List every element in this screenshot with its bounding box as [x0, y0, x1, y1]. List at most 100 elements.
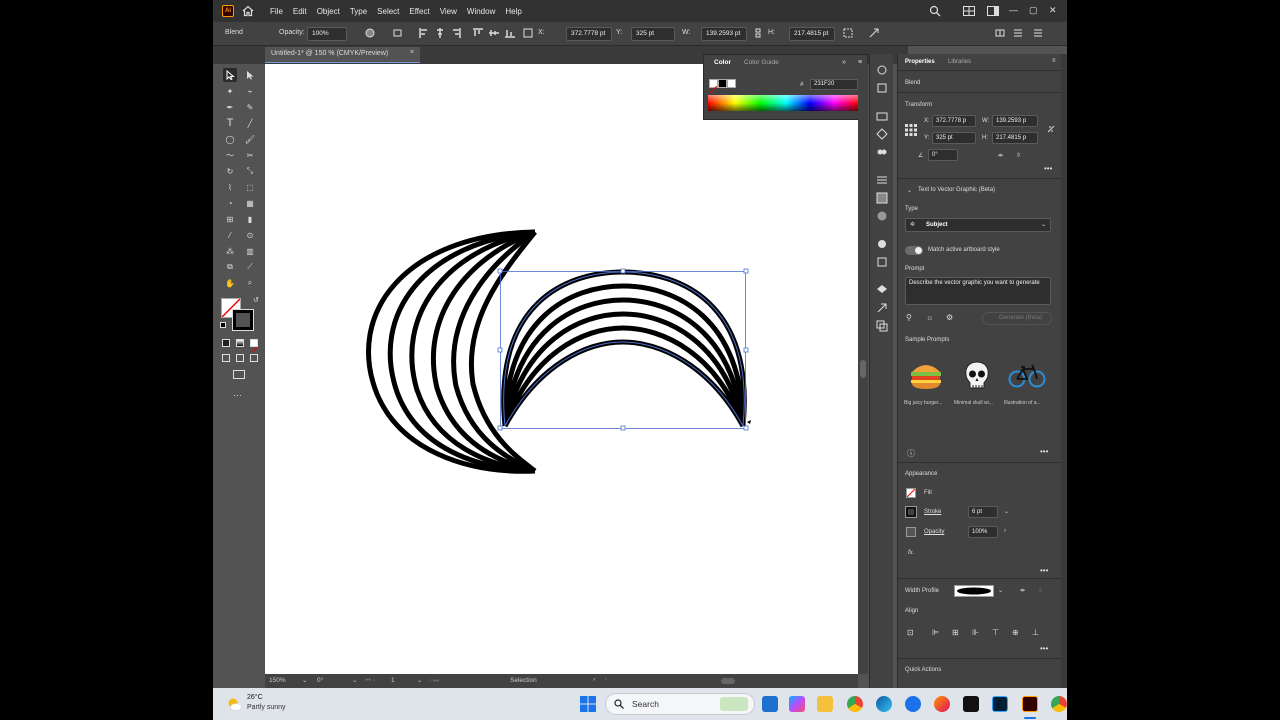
menu-view[interactable]: View	[440, 7, 457, 16]
blend-tool-icon[interactable]: ⊙	[243, 228, 257, 242]
style-picker-icon[interactable]: ⚲	[906, 313, 912, 322]
prompt-input[interactable]: Describe the vector graphic you want to …	[905, 277, 1051, 305]
mesh-tool-icon[interactable]: ⊞	[223, 212, 237, 226]
none-mode-icon[interactable]	[250, 339, 258, 354]
slice-tool-icon[interactable]: ⟋	[243, 260, 257, 274]
free-transform-tool-icon[interactable]: ⬚	[243, 180, 257, 194]
panel-menu-icon[interactable]	[1013, 28, 1023, 38]
horizontal-align-left-icon[interactable]: ⊫	[932, 628, 939, 637]
firefox-icon[interactable]	[934, 696, 950, 712]
rotate-tool-icon[interactable]: ↻	[223, 164, 237, 178]
menu-edit[interactable]: Edit	[293, 7, 307, 16]
weather-desc[interactable]: Partly sunny	[247, 704, 286, 711]
horizontal-align-center-icon[interactable]: ⊞	[952, 628, 959, 637]
menu-effect[interactable]: Effect	[409, 7, 429, 16]
selection-tool-icon[interactable]	[223, 68, 237, 82]
appearance-more-icon[interactable]: •••	[1040, 566, 1048, 575]
zoom-level[interactable]: 150%	[269, 677, 286, 684]
align-middle-icon[interactable]	[489, 28, 499, 38]
flip-along-icon[interactable]: ⇹	[1020, 587, 1025, 594]
warp-tool-icon[interactable]: ⌇	[223, 180, 237, 194]
arc-blend-selected[interactable]	[501, 269, 747, 428]
color-mode-icon[interactable]	[222, 339, 230, 347]
y-field[interactable]: 325 pt	[631, 27, 675, 41]
info-icon[interactable]: ⓘ	[907, 448, 915, 459]
vertical-align-center-icon[interactable]: ⊕	[1012, 628, 1019, 637]
stroke-swatch-icon[interactable]	[905, 506, 917, 518]
opacity-label[interactable]: Opacity	[924, 529, 944, 535]
document-tab[interactable]: Untitled-1* @ 150 % (CMYK/Preview) ×	[265, 47, 420, 63]
menu-file[interactable]: File	[270, 7, 283, 16]
minimize-icon[interactable]: —	[1009, 5, 1018, 15]
scissors-tool-icon[interactable]: ✂	[243, 148, 257, 162]
chevron-down-icon[interactable]: ⌄	[998, 587, 1003, 594]
tab-properties[interactable]: Properties	[905, 59, 935, 65]
artboard-tool-icon[interactable]: ⧉	[223, 260, 237, 274]
perspective-grid-tool-icon[interactable]: ▦	[243, 196, 257, 210]
close-window-icon[interactable]: ✕	[1049, 5, 1057, 16]
chevron-down-icon[interactable]: ⌄	[907, 187, 912, 194]
ellipse-tool-icon[interactable]: ◯	[223, 132, 237, 146]
bicycle-sample-image[interactable]	[1004, 352, 1050, 398]
export-panel-icon[interactable]	[876, 302, 888, 314]
tab-color-guide[interactable]: Color Guide	[744, 59, 779, 66]
opacity-field[interactable]: 100%	[968, 526, 998, 538]
capcut-icon[interactable]	[963, 696, 979, 712]
rotate-field[interactable]: 0°	[928, 149, 958, 161]
weather-temp[interactable]: 26°C	[247, 694, 263, 701]
vertical-scrollbar[interactable]	[858, 64, 868, 674]
align-top-icon[interactable]	[473, 28, 483, 38]
align-left-icon[interactable]	[419, 28, 429, 38]
maximize-icon[interactable]: ▢	[1029, 5, 1038, 16]
draw-normal-icon[interactable]	[222, 354, 230, 362]
properties-scrollbar[interactable]	[1061, 54, 1067, 688]
h-field[interactable]: 217.4815 pt	[789, 27, 835, 41]
menu-type[interactable]: Type	[350, 7, 367, 16]
chevron-down-icon[interactable]: ⌄	[352, 676, 357, 684]
vertical-scrollbar-thumb[interactable]	[860, 360, 866, 378]
w-field[interactable]: 139.2593 pt	[701, 27, 747, 41]
chrome-profile-icon[interactable]	[1051, 696, 1067, 712]
draw-inside-icon[interactable]	[250, 354, 258, 362]
properties-panel-icon[interactable]	[876, 64, 888, 76]
fill-none-swatch[interactable]	[709, 79, 718, 94]
align-bottom-icon[interactable]	[505, 28, 515, 38]
menu-help[interactable]: Help	[505, 7, 521, 16]
align-panel-icon[interactable]	[876, 174, 888, 186]
opacity-label[interactable]: Opacity:	[279, 29, 305, 36]
magic-wand-tool-icon[interactable]: ✦	[223, 84, 237, 98]
last-artboard-icon[interactable]: › ⏭	[429, 677, 439, 685]
libraries-panel-icon[interactable]	[876, 110, 888, 122]
graphic-styles-panel-icon[interactable]	[876, 256, 888, 268]
first-artboard-icon[interactable]: ⏮ ‹	[365, 677, 375, 685]
hex-color-field[interactable]: 231F20	[810, 79, 858, 90]
zoom-tool-icon[interactable]: ⌕	[243, 276, 257, 290]
arrange-panels-icon[interactable]	[995, 28, 1005, 38]
opacity-field[interactable]: 100%	[307, 27, 347, 41]
stroke-swatch[interactable]	[232, 309, 254, 331]
partly-sunny-icon[interactable]	[225, 695, 243, 713]
bounding-box-handles[interactable]	[497, 268, 749, 431]
collapse-panel-icon[interactable]: »	[842, 59, 846, 66]
draw-behind-icon[interactable]	[236, 354, 244, 362]
flip-across-icon[interactable]: ⇳	[1038, 587, 1043, 594]
layers-panel-icon[interactable]	[876, 82, 888, 94]
menu-object[interactable]: Object	[317, 7, 340, 16]
color-spectrum[interactable]	[708, 95, 858, 111]
transform-icon[interactable]	[843, 28, 853, 38]
vertical-align-bottom-icon[interactable]: ⊥	[1032, 628, 1039, 637]
rotation-value[interactable]: 0°	[317, 677, 323, 684]
transform-h-field[interactable]: 217.4815 p	[992, 132, 1038, 144]
lasso-tool-icon[interactable]: ⌁	[243, 84, 257, 98]
properties-menu-icon[interactable]: ≡	[1052, 58, 1056, 64]
tab-libraries[interactable]: Libraries	[948, 59, 971, 65]
control-bar-menu-icon[interactable]	[1033, 28, 1043, 38]
match-style-toggle[interactable]	[905, 246, 923, 255]
search-icon[interactable]	[929, 5, 941, 17]
windows-start-icon[interactable]	[580, 696, 596, 712]
browser-icon[interactable]	[905, 696, 921, 712]
white-swatch[interactable]	[727, 79, 736, 88]
stroke-weight-field[interactable]: 6 pt	[968, 506, 998, 518]
pen-tool-icon[interactable]: ✒	[223, 100, 237, 114]
tab-color[interactable]: Color	[714, 59, 731, 66]
